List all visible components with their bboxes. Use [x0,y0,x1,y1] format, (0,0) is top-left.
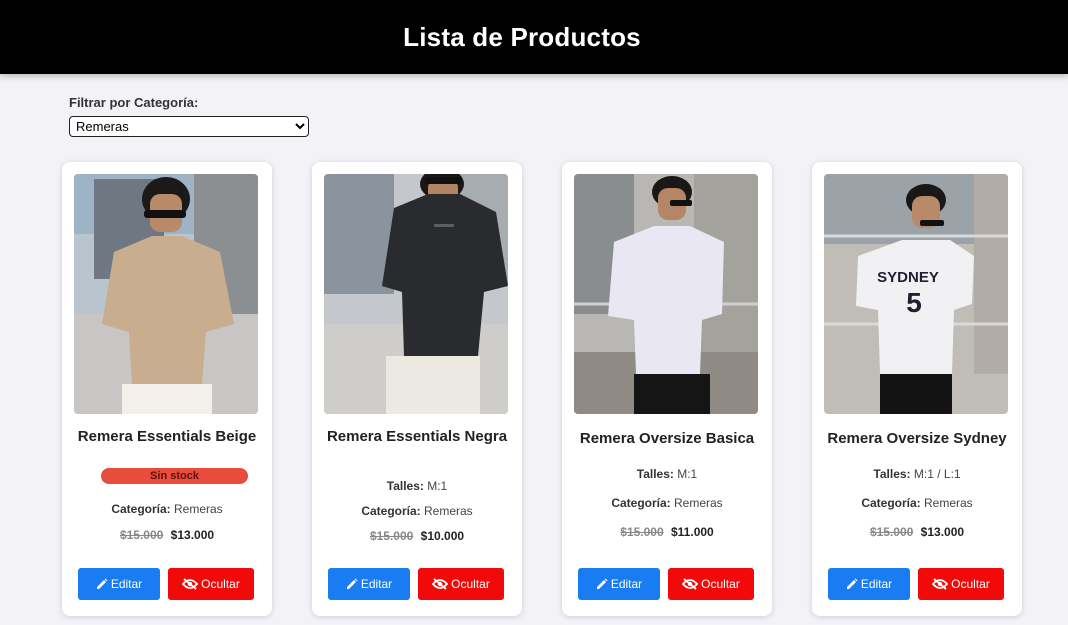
category-value: Remeras [174,502,223,516]
product-image [324,174,508,414]
sizes-label: Talles: [386,479,424,493]
sizes-label: Talles: [873,467,911,481]
product-prices: $15.000 $13.000 [62,528,272,542]
current-price: $13.000 [920,525,965,539]
page-title: Lista de Productos [403,21,641,52]
product-sizes: Talles: M:1 [562,467,772,481]
edit-label: Editar [610,577,643,591]
edit-label: Editar [860,577,893,591]
pencil-icon [846,578,858,590]
product-category: Categoría: Remeras [812,496,1022,510]
category-value: Remeras [674,496,723,510]
sizes-value: M:1 / L:1 [913,467,961,481]
product-category: Categoría: Remeras [312,504,522,518]
edit-button[interactable]: Editar [578,568,660,600]
edit-button[interactable]: Editar [328,568,410,600]
pencil-icon [96,578,108,590]
product-card: Remera Essentials Beige Sin stock Catego… [62,162,272,616]
category-label: Categoría: [861,496,921,510]
sizes-label: Talles: [636,467,674,481]
product-category: Categoría: Remeras [562,496,772,510]
category-value: Remeras [924,496,973,510]
product-image: SYDNEY 5 [824,174,1008,414]
old-price: $15.000 [369,529,414,543]
page-header: Lista de Productos [0,0,1068,74]
hide-button[interactable]: Ocultar [418,568,504,600]
eye-slash-icon [432,578,449,590]
edit-button[interactable]: Editar [78,568,160,600]
hide-button[interactable]: Ocultar [918,568,1004,600]
old-price: $15.000 [869,525,914,539]
hide-label: Ocultar [201,577,240,591]
sizes-value: M:1 [677,467,698,481]
eye-slash-icon [682,578,699,590]
product-name: Remera Oversize Sydney [827,430,1007,447]
edit-label: Editar [110,577,143,591]
product-image [74,174,258,414]
product-prices: $15.000 $10.000 [312,529,522,543]
pencil-icon [346,578,358,590]
product-prices: $15.000 $11.000 [562,525,772,539]
product-prices: $15.000 $13.000 [812,525,1022,539]
edit-label: Editar [360,577,393,591]
category-select[interactable]: Remeras [69,116,309,137]
product-category: Categoría: Remeras [62,502,272,516]
edit-button[interactable]: Editar [828,568,910,600]
category-value: Remeras [424,504,473,518]
category-filter: Filtrar por Categoría: Remeras [69,95,309,137]
shirt-number: 5 [906,287,922,318]
category-label: Categoría: [611,496,671,510]
old-price: $15.000 [620,525,664,539]
current-price: $11.000 [671,525,714,539]
hide-label: Ocultar [701,577,740,591]
category-label: Categoría: [111,502,171,516]
product-card: Remera Essentials Negra Talles: M:1 Cate… [312,162,522,616]
product-name: Remera Essentials Negra [326,428,508,445]
product-card: SYDNEY 5 Remera Oversize Sydney Talles: … [812,162,1022,616]
current-price: $10.000 [420,529,465,543]
eye-slash-icon [932,578,949,590]
category-label: Categoría: [361,504,421,518]
hide-button[interactable]: Ocultar [168,568,254,600]
product-image [574,174,758,414]
filter-label: Filtrar por Categoría: [69,95,199,110]
pencil-icon [596,578,608,590]
eye-slash-icon [182,578,199,590]
product-name: Remera Oversize Basica [579,430,755,447]
product-sizes: Talles: M:1 [312,479,522,493]
hide-label: Ocultar [451,577,490,591]
hide-label: Ocultar [951,577,990,591]
product-card: Remera Oversize Basica Talles: M:1 Categ… [562,162,772,616]
current-price: $13.000 [170,528,215,542]
product-sizes: Talles: M:1 / L:1 [812,467,1022,481]
shirt-print: SYDNEY [877,269,939,286]
product-name: Remera Essentials Beige [77,428,257,445]
hide-button[interactable]: Ocultar [668,568,754,600]
stock-badge: Sin stock [101,468,248,484]
old-price: $15.000 [119,528,164,542]
sizes-value: M:1 [427,479,448,493]
